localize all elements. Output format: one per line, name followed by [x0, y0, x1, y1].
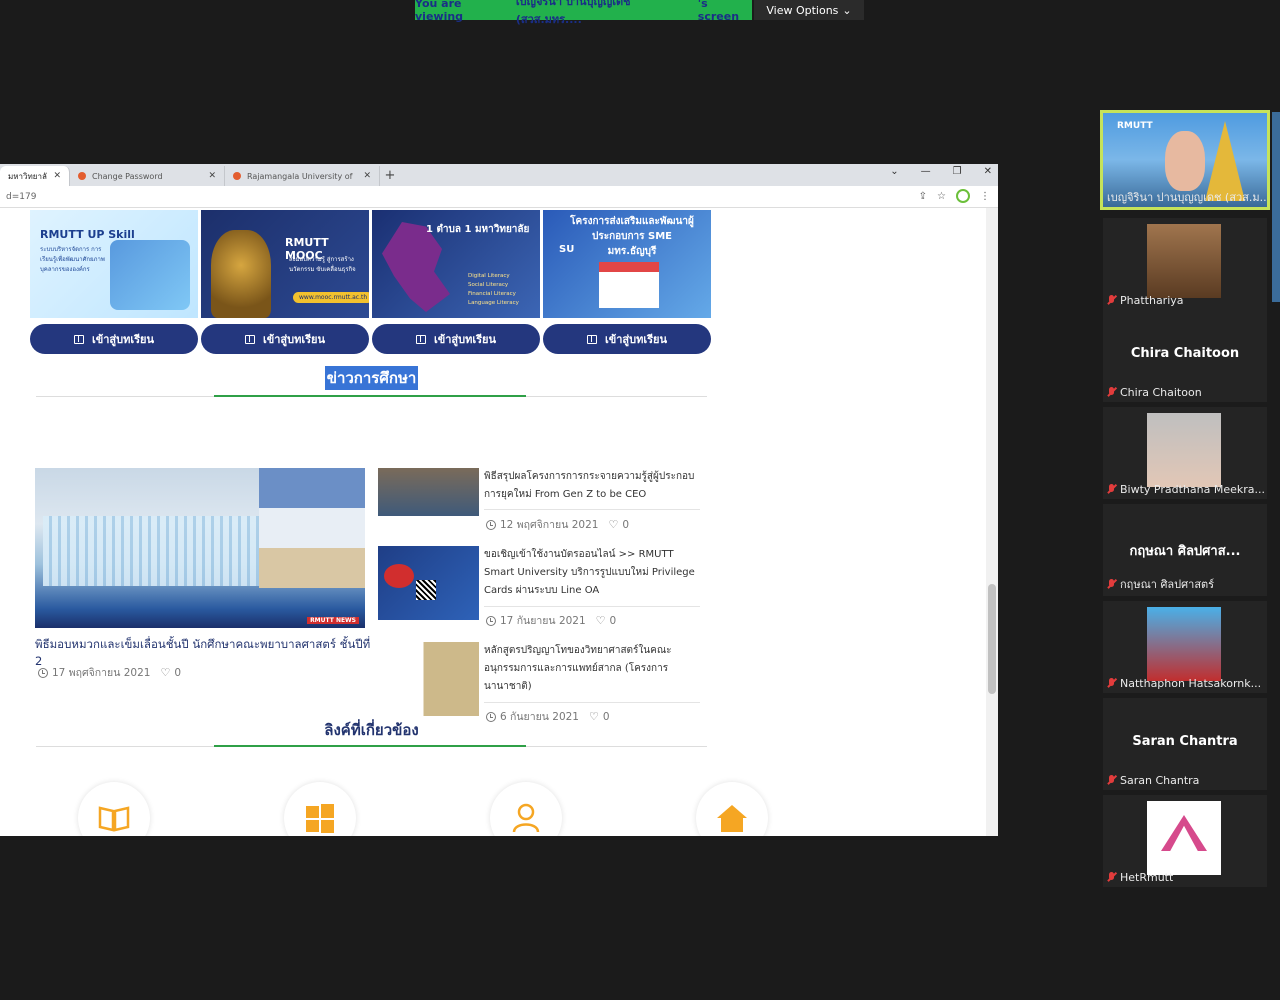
book-icon: [73, 334, 84, 344]
book-open-icon: [98, 806, 130, 832]
related-link-windows[interactable]: [284, 782, 356, 836]
avatar: [1165, 131, 1205, 191]
close-tab-icon[interactable]: ✕: [208, 171, 216, 181]
qr-code-icon: [416, 580, 436, 600]
shop-icon: [599, 262, 659, 308]
enter-course-button-3[interactable]: เข้าสู่บทเรียน: [372, 324, 540, 354]
close-window-icon[interactable]: ✕: [984, 166, 992, 177]
news-section-header: ข่าวการศึกษา: [36, 366, 707, 397]
participant-tile[interactable]: HetRmutt: [1103, 795, 1267, 887]
participant-tile[interactable]: กฤษณา ศิลปศาส... กฤษณา ศิลปศาสตร์: [1103, 504, 1267, 596]
chevron-down-icon: ⌄: [842, 3, 852, 17]
page-scrollbar[interactable]: [986, 208, 998, 836]
mic-muted-icon: [1107, 872, 1116, 883]
related-links: [78, 782, 768, 836]
related-link-home[interactable]: [696, 782, 768, 836]
mic-muted-icon: [1107, 578, 1116, 590]
news-thumbnail[interactable]: [378, 546, 479, 620]
tab-rmutt-home[interactable]: มหาวิทยาลัยเทคโนโ ✕: [0, 166, 70, 186]
book-icon: [244, 334, 255, 344]
user-icon: [512, 803, 540, 833]
participant-tile[interactable]: Saran Chantra Saran Chantra: [1103, 698, 1267, 790]
links-section-title: ลิงค์ที่เกี่ยวข้อง: [324, 721, 419, 739]
window-controls: ⌄ — ❐ ✕: [890, 166, 992, 177]
zoom-screen: You are viewing เบญจิรินา ปานบุญญเดช (สว…: [0, 0, 1280, 1000]
restore-icon[interactable]: ❐: [953, 166, 962, 177]
news-thumbnail[interactable]: [378, 642, 479, 716]
mic-muted-icon: [1107, 775, 1116, 786]
news-meta: 12 พฤศจิกายน 2021 ♡ 0: [486, 516, 629, 533]
participant-tile-active-speaker[interactable]: RMUTT เบญจิรินา ปานบุญญเดช (สวส.ม...: [1100, 110, 1270, 210]
star-icon[interactable]: ☆: [937, 191, 946, 202]
scroll-thumb[interactable]: [988, 584, 996, 694]
mic-muted-icon: [1107, 484, 1116, 495]
participant-tile[interactable]: Biwty Pradthana Meekra...: [1103, 407, 1267, 499]
enter-course-button-2[interactable]: เข้าสู่บทเรียน: [201, 324, 369, 354]
news-thumbnail[interactable]: [378, 468, 479, 516]
heart-icon[interactable]: ♡: [596, 614, 606, 627]
tab-change-password[interactable]: Change Password ✕: [70, 166, 225, 186]
favicon-icon: [233, 172, 241, 180]
course-card-one-tambon[interactable]: 1 ตำบล 1 มหาวิทยาลัย Digital Literacy So…: [372, 210, 540, 318]
heart-icon[interactable]: ♡: [608, 518, 618, 531]
graduates-photo: [43, 516, 261, 586]
mic-muted-icon: [1107, 678, 1116, 689]
participant-tile[interactable]: Phatthariya: [1103, 218, 1267, 310]
favicon-icon: [78, 172, 86, 180]
clock-icon: [38, 667, 48, 678]
address-bar[interactable]: d=179 ⇪ ☆ ⋮: [0, 186, 998, 208]
enter-buttons: เข้าสู่บทเรียน เข้าสู่บทเรียน เข้าสู่บทเ…: [30, 324, 711, 354]
clock-icon: [486, 615, 496, 626]
monument-icon: [211, 230, 271, 318]
extension-icon[interactable]: [956, 189, 970, 203]
home-icon: [717, 805, 747, 832]
mic-muted-icon: [1107, 295, 1116, 306]
featured-news-meta: 17 พฤศจิกายน 2021 ♡ 0: [38, 664, 181, 681]
windows-icon: [306, 804, 334, 833]
participant-tile[interactable]: Chira Chaitoon Chira Chaitoon: [1103, 310, 1267, 402]
new-tab-button[interactable]: +: [380, 166, 400, 186]
enter-course-button-1[interactable]: เข้าสู่บทเรียน: [30, 324, 198, 354]
literacy-list: Digital Literacy Social Literacy Financi…: [468, 273, 519, 306]
tab-rajamangala[interactable]: Rajamangala University of Techn ✕: [225, 166, 380, 186]
course-card-upskill[interactable]: RMUTT UP Skill ระบบบริหารจัดการ การเรียน…: [30, 210, 198, 318]
shared-browser-window: มหาวิทยาลัยเทคโนโ ✕ Change Password ✕ Ra…: [0, 164, 998, 836]
course-card-sme[interactable]: โครงการส่งเสริมและพัฒนาผู้ประกอบการ SME …: [543, 210, 711, 318]
avatar: [1147, 607, 1221, 681]
share-icon[interactable]: ⇪: [919, 191, 927, 202]
address-bar-actions: ⇪ ☆ ⋮: [919, 189, 990, 203]
thai-roof-logo-icon: [1161, 815, 1207, 851]
links-section-header: ลิงค์ที่เกี่ยวข้อง: [36, 718, 707, 747]
book-icon: [586, 334, 597, 344]
tab-search-icon[interactable]: ⌄: [890, 166, 898, 177]
news-section-title: ข่าวการศึกษา: [324, 366, 419, 390]
course-card-mooc[interactable]: RMUTT MOOC ส่งมอบความรู้ สู่การสร้างนวัต…: [201, 210, 369, 318]
avatar: [1147, 801, 1221, 875]
news-meta: 17 กันยายน 2021 ♡ 0: [486, 612, 616, 629]
avatar: [1147, 224, 1221, 298]
related-link-user[interactable]: [490, 782, 562, 836]
book-icon: [415, 334, 426, 344]
course-cards: RMUTT UP Skill ระบบบริหารจัดการ การเรียน…: [30, 210, 711, 318]
featured-news-image[interactable]: RMUTT NEWS: [35, 468, 365, 628]
web-page: RMUTT UP Skill ระบบบริหารจัดการ การเรียน…: [0, 208, 986, 836]
heart-icon[interactable]: ♡: [160, 666, 170, 679]
clock-icon: [486, 519, 496, 530]
tab-bar: มหาวิทยาลัยเทคโนโ ✕ Change Password ✕ Ra…: [0, 164, 998, 186]
avatar: [1147, 413, 1221, 487]
learning-illustration-icon: [110, 240, 190, 310]
viewing-banner: You are viewing เบญจิรินา ปานบุญญเดช (สว…: [415, 0, 752, 26]
minimize-icon[interactable]: —: [921, 166, 931, 177]
related-link-library[interactable]: [78, 782, 150, 836]
gallery-overflow-strip: [1272, 112, 1280, 302]
close-tab-icon[interactable]: ✕: [53, 171, 61, 181]
menu-dots-icon[interactable]: ⋮: [980, 191, 990, 202]
view-options-button[interactable]: View Options ⌄: [754, 0, 864, 20]
mic-muted-icon: [1107, 387, 1116, 398]
participant-tile[interactable]: Natthaphon Hatsakornk...: [1103, 601, 1267, 693]
close-tab-icon[interactable]: ✕: [363, 171, 371, 181]
enter-course-button-4[interactable]: เข้าสู่บทเรียน: [543, 324, 711, 354]
